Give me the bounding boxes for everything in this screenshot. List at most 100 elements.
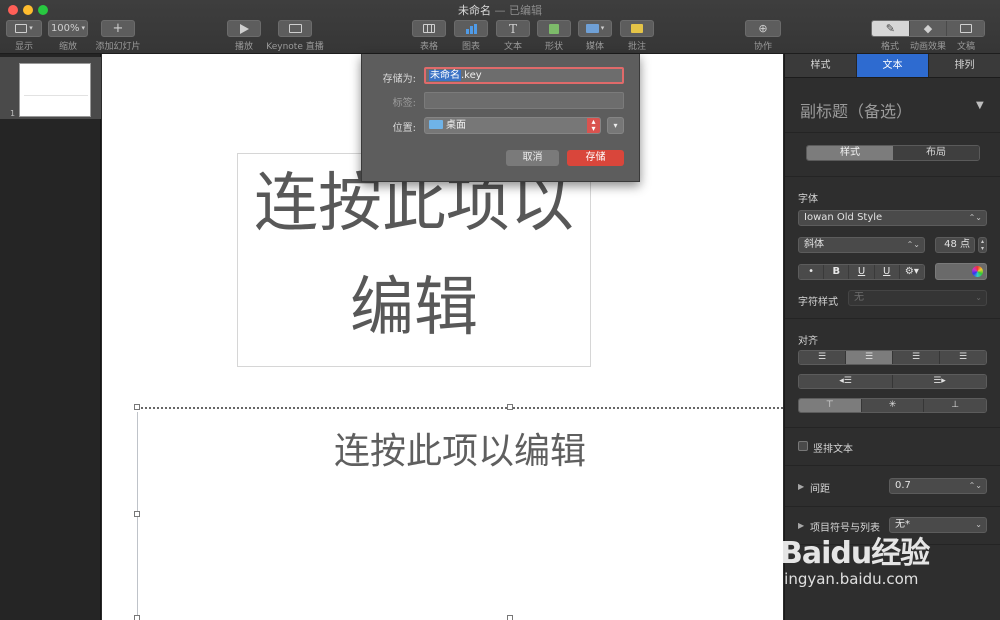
color-wheel-icon[interactable] xyxy=(972,266,983,277)
where-label: 位置: xyxy=(392,123,416,134)
align-justify-icon[interactable]: ☰ xyxy=(939,351,986,364)
add-slide-button[interactable]: + 添加幻灯片 xyxy=(94,20,142,52)
animate-tab-button[interactable]: ◆ xyxy=(908,21,947,36)
document-tab-button[interactable] xyxy=(946,21,984,36)
font-size-field[interactable]: 48 点 xyxy=(935,237,975,253)
bold-button[interactable]: B xyxy=(823,265,849,279)
title-line-2: 编辑 xyxy=(350,271,478,345)
triangle-down-icon[interactable]: ▼ xyxy=(976,100,984,111)
character-style-value: 无 xyxy=(854,292,864,303)
folder-icon xyxy=(429,120,443,129)
baidu-jingyan-watermark: Baidu经验 jingyan.baidu.com xyxy=(780,528,980,598)
text-button[interactable]: T 文本 xyxy=(496,20,530,52)
subtitle-placeholder[interactable]: 连按此项以编辑 xyxy=(134,404,783,620)
align-center-icon[interactable]: ☰ xyxy=(845,351,892,364)
where-popup[interactable]: 桌面 ▴ ▾ xyxy=(424,117,601,134)
tags-field[interactable] xyxy=(424,92,624,109)
character-style-label: 字符样式 xyxy=(798,297,838,308)
alignment-heading: 对齐 xyxy=(798,336,818,347)
font-family-value: Iowan Old Style xyxy=(804,212,883,223)
disclosure-triangle-icon[interactable]: ▶ xyxy=(798,482,804,491)
animate-label: 动画效果 xyxy=(909,42,946,52)
expand-dialog-button[interactable]: ▾ xyxy=(607,117,624,134)
updown-chevron-icon: ▴ ▾ xyxy=(587,118,600,133)
save-dialog: 存储为: 未命名.key 标签: 位置: 桌面 ▴ ▾ ▾ 取消 存储 xyxy=(361,54,640,182)
spacing-value: 0.7 xyxy=(895,480,911,491)
font-size-stepper[interactable]: ▴ ▾ xyxy=(978,237,987,253)
align-left-icon[interactable]: ☰ xyxy=(799,351,845,364)
text-label: 文本 xyxy=(503,42,522,52)
align-bottom-icon[interactable]: ⊥ xyxy=(923,399,986,412)
increase-indent-icon[interactable]: ☰▸ xyxy=(892,375,986,388)
filename-extension: .key xyxy=(461,70,482,81)
comment-button[interactable]: 批注 xyxy=(620,20,654,52)
chart-label: 图表 xyxy=(461,42,480,52)
media-button[interactable]: ▾ 媒体 xyxy=(578,20,612,52)
keynote-live-button[interactable]: Keynote 直播 xyxy=(266,20,324,52)
shape-label: 形状 xyxy=(544,42,563,52)
play-button[interactable]: 播放 xyxy=(226,20,262,52)
resize-handle-top-left[interactable] xyxy=(134,404,140,410)
tab-arrange[interactable]: 排列 xyxy=(929,54,1000,77)
document-icon xyxy=(959,24,972,33)
tags-label: 标签: xyxy=(392,98,416,109)
underline-double-button[interactable]: U xyxy=(873,265,899,279)
typeface-popup[interactable]: 斜体 ⌃⌄ xyxy=(798,237,925,253)
zoom-menu-button[interactable]: 100% ▾ 缩放 xyxy=(48,20,88,52)
view-icon xyxy=(15,24,28,33)
style-layout-control: 样式 布局 xyxy=(806,145,980,161)
collaborate-button[interactable]: ⊕ 协作 xyxy=(745,20,781,52)
format-tab-button[interactable]: ✎ xyxy=(872,21,909,36)
chart-button[interactable]: 图表 xyxy=(454,20,488,52)
watermark-url: jingyan.baidu.com xyxy=(780,570,919,588)
resize-handle-bottom-left[interactable] xyxy=(134,615,140,620)
vertical-align-control: ⊤ ✳ ⊥ xyxy=(798,398,987,413)
resize-handle-bottom[interactable] xyxy=(507,615,513,620)
chevron-down-icon: ▾ xyxy=(613,121,618,130)
resize-handle-top[interactable] xyxy=(507,404,513,410)
slide-thumbnail-image xyxy=(19,63,91,117)
format-label: 格式 xyxy=(880,42,899,52)
tab-text[interactable]: 文本 xyxy=(857,54,929,77)
play-icon xyxy=(239,23,249,34)
text-color-well[interactable] xyxy=(935,263,987,280)
where-value: 桌面 xyxy=(446,120,466,131)
table-label: 表格 xyxy=(419,42,438,52)
character-style-popup[interactable]: 无 ⌄ xyxy=(848,290,987,306)
document-name: 未命名 xyxy=(458,4,491,17)
tab-style[interactable]: 样式 xyxy=(785,54,857,77)
cancel-button[interactable]: 取消 xyxy=(506,150,559,166)
align-middle-icon[interactable]: ✳ xyxy=(860,399,924,412)
align-top-icon[interactable]: ⊤ xyxy=(799,399,861,412)
decrease-indent-icon[interactable]: ◂☰ xyxy=(799,375,892,388)
spacing-popup[interactable]: 0.7 ⌃⌄ xyxy=(889,478,987,494)
watermark-logo-text: Baidu经验 xyxy=(780,536,930,571)
table-icon xyxy=(423,24,435,33)
underline-button[interactable]: U xyxy=(848,265,874,279)
table-button[interactable]: 表格 xyxy=(412,20,446,52)
comment-label: 批注 xyxy=(627,42,646,52)
updown-chevron-icon: ⌃⌄ xyxy=(968,481,982,490)
filename-field[interactable]: 未命名.key xyxy=(424,67,624,84)
inspector-mode-control: ✎ ◆ 格式 动画效果 文稿 xyxy=(871,20,985,52)
view-menu-button[interactable]: ▾ 显示 xyxy=(6,20,42,52)
text-t-icon: T xyxy=(508,21,517,36)
resize-handle-left[interactable] xyxy=(134,511,140,517)
title-placeholder[interactable]: 连按此项以 编辑 xyxy=(237,153,591,367)
chevron-down-icon: ▾ xyxy=(29,24,33,32)
text-options-gear-button[interactable]: ⚙▾ xyxy=(898,265,924,279)
seg-style-button[interactable]: 样式 xyxy=(807,146,893,160)
align-right-icon[interactable]: ☰ xyxy=(892,351,939,364)
shape-button[interactable]: 形状 xyxy=(537,20,571,52)
diamond-icon: ◆ xyxy=(923,22,933,35)
seg-layout-button[interactable]: 布局 xyxy=(893,146,979,160)
font-family-popup[interactable]: Iowan Old Style ⌃⌄ xyxy=(798,210,987,226)
play-label: 播放 xyxy=(234,42,253,52)
save-button[interactable]: 存储 xyxy=(567,150,624,166)
bullet-button[interactable]: • xyxy=(799,265,824,279)
slide-navigator: 1 xyxy=(0,54,101,620)
slide-thumbnail-selected[interactable]: 1 xyxy=(0,57,101,119)
updown-chevron-icon: ⌃⌄ xyxy=(906,240,920,249)
vertical-text-checkbox[interactable] xyxy=(798,441,808,451)
paragraph-style-name[interactable]: 副标题（备选） xyxy=(800,98,912,122)
